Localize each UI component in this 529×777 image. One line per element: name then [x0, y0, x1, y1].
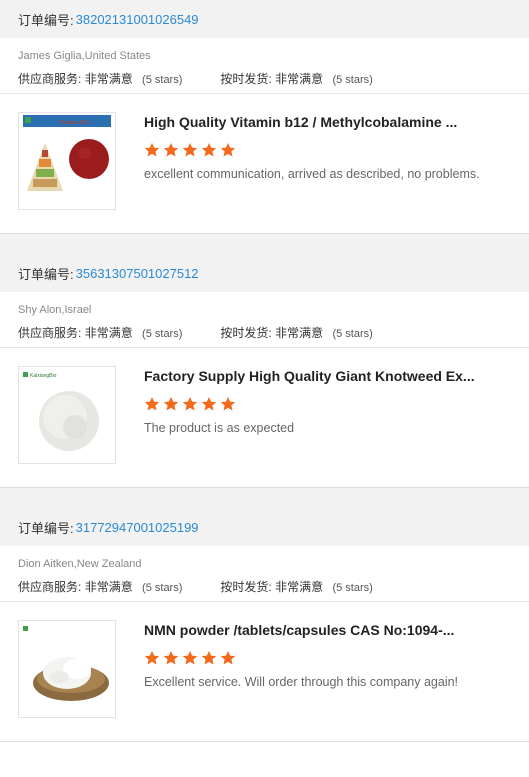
order-number-link[interactable]: 38202131001026549 — [76, 12, 199, 27]
product-thumbnail[interactable]: KaixiangBio — [18, 366, 116, 464]
product-thumbnail[interactable]: Vitamin B12 — [18, 112, 116, 210]
review-meta: Shy Alon,Israel 供应商服务: 非常满意 (5 stars) 按时… — [0, 292, 529, 348]
star-icon — [144, 651, 160, 665]
shipping-rating-label: 按时发货: — [220, 580, 272, 594]
star-rating — [144, 396, 475, 412]
knotweed-extract-image: KaixiangBio — [23, 372, 99, 451]
product-info: Factory Supply High Quality Giant Knotwe… — [144, 366, 475, 487]
product-title-link[interactable]: Factory Supply High Quality Giant Knotwe… — [144, 368, 475, 384]
order-bar: 订单编号: 38202131001026549 — [0, 0, 529, 38]
order-number-link[interactable]: 35631307501027512 — [76, 266, 199, 281]
supplier-rating-label: 供应商服务: — [18, 326, 82, 340]
shipping-rating-value: 非常满意 — [275, 72, 324, 86]
buyer-name: Dion Aitken,New Zealand — [18, 558, 142, 570]
shipping-rating-stars: (5 stars) — [332, 328, 373, 340]
product-title-link[interactable]: NMN powder /tablets/capsules CAS No:1094… — [144, 622, 458, 638]
review-comment: excellent communication, arrived as desc… — [144, 167, 480, 181]
star-icon — [201, 143, 217, 157]
supplier-rating: 供应商服务: 非常满意 (5 stars) — [18, 578, 182, 595]
product-thumbnail[interactable] — [18, 620, 116, 718]
supplier-rating-value: 非常满意 — [84, 72, 133, 86]
star-rating — [144, 142, 480, 158]
star-icon — [182, 397, 198, 411]
star-icon — [182, 143, 198, 157]
review-card: 订单编号: 31772947001025199 Dion Aitken,New … — [0, 508, 529, 742]
ratings-row: 供应商服务: 非常满意 (5 stars) 按时发货: 非常满意 (5 star… — [18, 324, 511, 341]
product-row: Vitamin B12 High Quality Vitamin b12 / M… — [0, 94, 529, 234]
ratings-row: 供应商服务: 非常满意 (5 stars) 按时发货: 非常满意 (5 star… — [18, 578, 511, 595]
supplier-rating-stars: (5 stars) — [142, 582, 183, 594]
star-icon — [163, 651, 179, 665]
order-bar: 订单编号: 31772947001025199 — [0, 508, 529, 546]
buyer-name: James Giglia,United States — [18, 50, 151, 62]
order-bar: 订单编号: 35631307501027512 — [0, 254, 529, 292]
star-icon — [201, 397, 217, 411]
order-label: 订单编号: — [18, 520, 74, 536]
buyer-name: Shy Alon,Israel — [18, 304, 92, 316]
review-meta: James Giglia,United States 供应商服务: 非常满意 (… — [0, 38, 529, 94]
star-rating — [144, 650, 458, 666]
supplier-rating: 供应商服务: 非常满意 (5 stars) — [18, 324, 182, 341]
star-icon — [201, 651, 217, 665]
nmn-powder-image — [23, 626, 109, 701]
supplier-rating-label: 供应商服务: — [18, 72, 82, 86]
vitamin-b12-image: Vitamin B12 — [23, 115, 111, 191]
review-meta: Dion Aitken,New Zealand 供应商服务: 非常满意 (5 s… — [0, 546, 529, 602]
thumb-label: KaixiangBio — [30, 373, 57, 379]
product-row: KaixiangBio Factory Supply High Quality … — [0, 348, 529, 488]
review-separator — [0, 488, 529, 508]
ratings-row: 供应商服务: 非常满意 (5 stars) 按时发货: 非常满意 (5 star… — [18, 70, 511, 87]
shipping-rating: 按时发货: 非常满意 (5 stars) — [220, 578, 372, 595]
supplier-rating-value: 非常满意 — [84, 326, 133, 340]
star-icon — [163, 143, 179, 157]
review-comment: Excellent service. Will order through th… — [144, 675, 459, 689]
product-info: NMN powder /tablets/capsules CAS No:1094… — [144, 620, 458, 741]
review-card: 订单编号: 35631307501027512 Shy Alon,Israel … — [0, 254, 529, 488]
review-separator — [0, 234, 529, 254]
star-icon — [220, 397, 236, 411]
thumb-label: Vitamin B12 — [59, 120, 90, 126]
star-icon — [182, 651, 198, 665]
product-info: High Quality Vitamin b12 / Methylcobalam… — [144, 112, 480, 233]
order-number-link[interactable]: 31772947001025199 — [76, 520, 199, 535]
supplier-rating: 供应商服务: 非常满意 (5 stars) — [18, 70, 182, 87]
star-icon — [163, 397, 179, 411]
shipping-rating: 按时发货: 非常满意 (5 stars) — [220, 324, 372, 341]
order-label: 订单编号: — [18, 266, 74, 282]
order-label: 订单编号: — [18, 12, 74, 28]
shipping-rating-stars: (5 stars) — [332, 74, 373, 86]
shipping-rating-label: 按时发货: — [220, 326, 272, 340]
shipping-rating: 按时发货: 非常满意 (5 stars) — [220, 70, 372, 87]
star-icon — [220, 143, 236, 157]
shipping-rating-value: 非常满意 — [275, 580, 324, 594]
shipping-rating-label: 按时发货: — [220, 72, 272, 86]
star-icon — [144, 397, 160, 411]
supplier-rating-label: 供应商服务: — [18, 580, 82, 594]
shipping-rating-stars: (5 stars) — [332, 582, 373, 594]
review-card: 订单编号: 38202131001026549 James Giglia,Uni… — [0, 0, 529, 234]
supplier-rating-stars: (5 stars) — [142, 328, 183, 340]
supplier-rating-stars: (5 stars) — [142, 74, 183, 86]
star-icon — [220, 651, 236, 665]
product-title-link[interactable]: High Quality Vitamin b12 / Methylcobalam… — [144, 114, 480, 130]
supplier-rating-value: 非常满意 — [84, 580, 133, 594]
star-icon — [144, 143, 160, 157]
product-row: NMN powder /tablets/capsules CAS No:1094… — [0, 602, 529, 742]
review-comment: The product is as expected — [144, 421, 295, 435]
shipping-rating-value: 非常满意 — [275, 326, 324, 340]
